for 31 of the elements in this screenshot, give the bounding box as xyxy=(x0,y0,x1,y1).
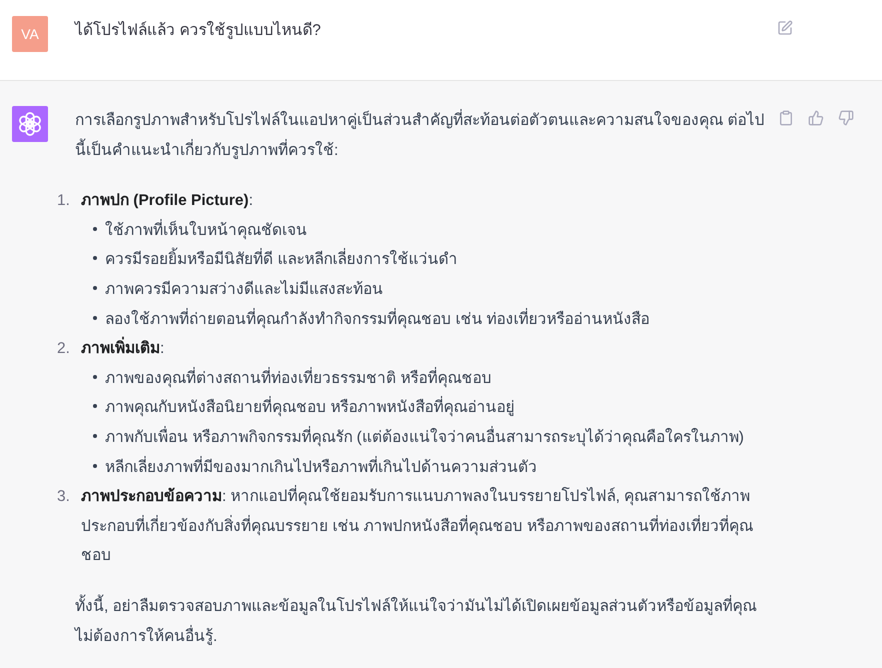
closing-paragraph: ทั้งนี้, อย่าลืมตรวจสอบภาพและข้อมูลในโปรไฟล์ให้แน่ใจว่ามันไม่ได้เปิดเผยข้อมูลส่วนตัวหรือข้อมูลที่คุณไม่ต้องการให้คนอื่นรู้. xyxy=(75,592,774,652)
bullet-icon xyxy=(93,464,97,468)
clipboard-icon[interactable] xyxy=(778,110,794,126)
list-number: 1. xyxy=(57,191,70,212)
list-number: 3. xyxy=(57,487,70,508)
bullet-icon xyxy=(93,226,97,231)
bullet-text: ภาพควรมีความสว่างดีและไม่มีแสงสะท้อน xyxy=(105,279,384,300)
list-item-text: ภาพปก (Profile Picture): xyxy=(81,191,254,212)
logo-icon xyxy=(12,106,48,142)
bullet-icon xyxy=(93,286,97,290)
bullet-icon xyxy=(93,374,97,379)
bullet-text: ใช้ภาพที่เห็นใบหน้าคุณชัดเจน xyxy=(105,216,774,246)
bullet-text: ภาพคุณกับหนังสือนิยายที่คุณชอบ หรือภาพหนังสือที่คุณอ่านอยู่ xyxy=(105,393,774,423)
bullet-icon xyxy=(93,256,97,260)
bullet-text: ลองใช้ภาพที่ถ่ายตอนที่คุณกำลังทำกิจกรรมที่คุณชอบ เช่น ท่องเที่ยวหรืออ่านหนังสือ xyxy=(105,304,774,334)
list-item-text: ภาพประกอบข้อความ: หากแอปที่คุณใช้ยอมรับการแนบภาพลงในบรรยายโปรไฟล์, คุณสามารถใช้ภาพประกอบที่เกี่ยวข้องกับสิ่งที่คุณบรรยาย เช่น ภาพปกหนังสือที่คุณชอบ หรือภาพของสถานที่ท่องเที่ยวที่คุณชอบ xyxy=(81,482,774,571)
bullet-text: ภาพของคุณที่ต่างสถานที่ท่องเที่ยวธรรมชาติ หรือที่คุณชอบ xyxy=(105,364,774,394)
bullet-icon xyxy=(93,404,97,408)
list-number: 2. xyxy=(57,339,70,360)
user-question: ได้โปรไฟล์แล้ว ควรใช้รูปแบบไหนดี? xyxy=(75,20,322,41)
bullet-text: ควรมีรอยยิ้มหรือมีนิสัยที่ดี และหลีกเลี่ยงการใช้แว่นดำ xyxy=(105,245,774,275)
intro-paragraph: การเลือกรูปภาพสำหรับโปรไฟล์ในแอปหาคู่เป็นส่วนสำคัญที่สะท้อนต่อตัวตนและความสนใจของคุณ ต่อไปนี้เป็นคำแนะนำเกี่ยวกับรูปภาพที่ควรใช้: xyxy=(75,106,774,166)
thumbs-down-icon[interactable] xyxy=(838,110,854,126)
bullet-icon xyxy=(93,434,97,438)
bullet-text: หลีกเลี่ยงภาพที่มีของมากเกินไปหรือภาพที่เกินไปด้านความส่วนตัว xyxy=(105,452,774,482)
bullet-icon xyxy=(93,316,97,320)
thumbs-up-icon[interactable] xyxy=(808,110,824,126)
user-avatar: VA xyxy=(12,16,48,52)
list-item-text: ภาพเพิ่มเติม: xyxy=(81,334,774,364)
bullet-text: ภาพกับเพื่อน หรือภาพกิจกรรมที่คุณรัก (แต่ต้องแน่ใจว่าคนอื่นสามารถระบุได้ว่าคุณคือใครในภาพ) xyxy=(105,422,774,453)
edit-icon[interactable] xyxy=(777,20,793,36)
